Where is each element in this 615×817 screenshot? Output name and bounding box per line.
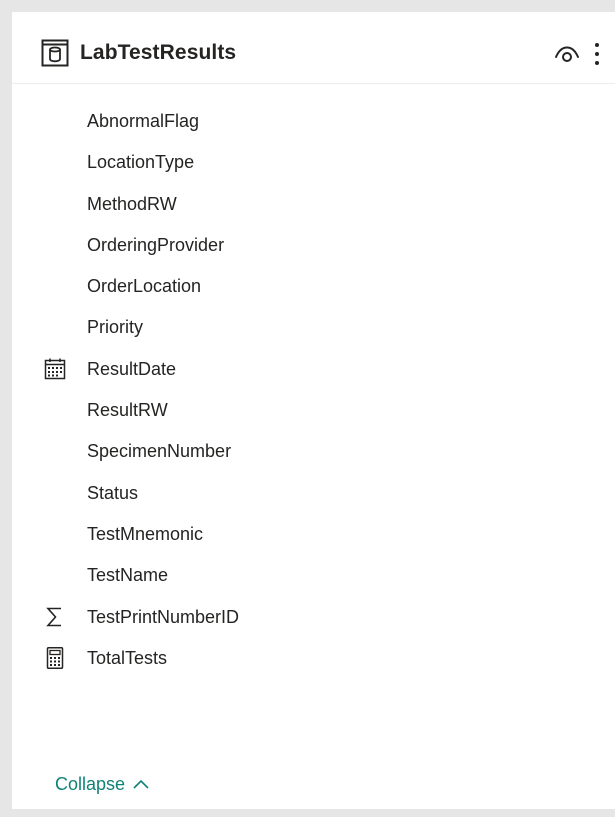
field-item-status[interactable]: Status bbox=[12, 474, 615, 515]
field-item-methodrw[interactable]: MethodRW bbox=[12, 185, 615, 226]
field-item-testname[interactable]: TestName bbox=[12, 556, 615, 597]
field-item-testmnemonic[interactable]: TestMnemonic bbox=[12, 515, 615, 556]
field-item-resultrw[interactable]: ResultRW bbox=[12, 391, 615, 432]
field-label: TotalTests bbox=[87, 647, 168, 668]
field-item-totaltests[interactable]: TotalTests bbox=[12, 639, 615, 680]
field-label: ResultDate bbox=[87, 358, 177, 379]
field-label: LocationType bbox=[87, 152, 195, 173]
eye-icon[interactable] bbox=[553, 42, 581, 66]
field-label: Priority bbox=[87, 317, 144, 338]
field-label: TestPrintNumberID bbox=[87, 606, 240, 627]
more-vertical-icon[interactable] bbox=[592, 40, 602, 68]
field-label: Status bbox=[87, 482, 139, 503]
calendar-icon bbox=[44, 358, 66, 380]
field-label: MethodRW bbox=[87, 193, 177, 214]
field-label: OrderLocation bbox=[87, 276, 202, 297]
table-card: LabTestResults AbnormalFlag LocationType… bbox=[12, 12, 615, 809]
field-label: OrderingProvider bbox=[87, 234, 225, 255]
field-item-locationtype[interactable]: LocationType bbox=[12, 143, 615, 184]
table-title: LabTestResults bbox=[80, 41, 237, 64]
calculator-icon bbox=[46, 646, 64, 669]
field-label: ResultRW bbox=[87, 400, 168, 421]
table-header[interactable]: LabTestResults bbox=[12, 12, 615, 84]
field-item-resultdate[interactable]: ResultDate bbox=[12, 350, 615, 391]
field-item-specimennumber[interactable]: SpecimenNumber bbox=[12, 432, 615, 473]
sigma-icon bbox=[46, 607, 61, 626]
field-label: TestName bbox=[87, 565, 169, 586]
field-item-orderlocation[interactable]: OrderLocation bbox=[12, 267, 615, 308]
field-label: AbnormalFlag bbox=[87, 111, 200, 131]
collapse-label: Collapse bbox=[55, 774, 126, 794]
table-cylinder-icon bbox=[41, 39, 69, 67]
field-item-priority[interactable]: Priority bbox=[12, 308, 615, 349]
field-list: AbnormalFlag LocationType MethodRW Order… bbox=[12, 102, 615, 680]
collapse-button[interactable]: Collapse bbox=[55, 772, 150, 796]
field-item-testprintnumberid[interactable]: TestPrintNumberID bbox=[12, 598, 615, 639]
field-label: TestMnemonic bbox=[87, 523, 204, 544]
field-item-abnormalflag[interactable]: AbnormalFlag bbox=[12, 102, 615, 143]
chevron-up-icon bbox=[133, 779, 149, 789]
field-item-orderingprovider[interactable]: OrderingProvider bbox=[12, 226, 615, 267]
field-label: SpecimenNumber bbox=[87, 441, 232, 462]
